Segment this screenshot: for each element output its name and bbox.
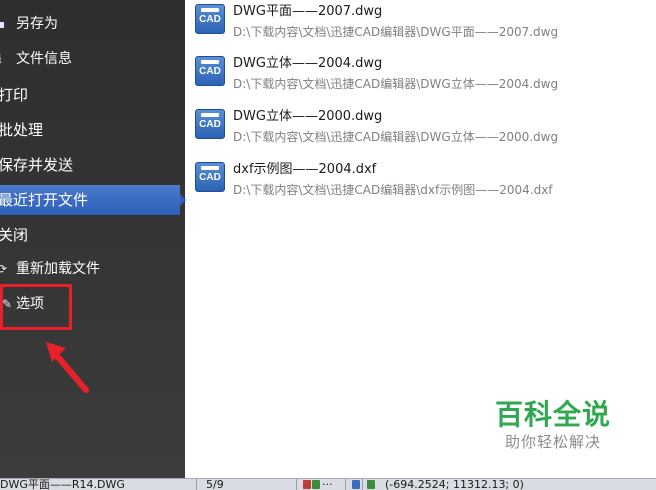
recent-file-item[interactable]: CAD dxf示例图——2004.dxf D:\下载内容\文档\迅捷CAD编辑器… — [195, 158, 635, 208]
cad-file-icon: CAD — [195, 56, 225, 86]
status-tool-icon[interactable] — [312, 480, 320, 489]
info-icon: ℹ — [0, 52, 9, 66]
menu-item-file-info[interactable]: ℹ 文件信息 — [0, 44, 180, 74]
cad-file-icon: CAD — [195, 4, 225, 34]
file-menu-sidebar: ▪ 另存为 ℹ 文件信息 打印 批处理 保存并发送 最近打开文件 关闭 ⟳ 重新… — [0, 0, 186, 478]
recent-file-item[interactable]: CAD DWG立体——2004.dwg D:\下载内容\文档\迅捷CAD编辑器\… — [195, 52, 635, 102]
watermark-subtitle: 助你轻松解决 — [504, 433, 601, 451]
menu-item-save-as[interactable]: ▪ 另存为 — [0, 9, 180, 39]
status-bar: DWG平面——R14.DWG 5/9 ··· (-694.2524; 11312… — [0, 478, 656, 490]
status-tool-icon[interactable] — [303, 480, 311, 489]
menu-item-label: 最近打开文件 — [0, 191, 89, 209]
status-layer-icon[interactable] — [352, 480, 360, 489]
status-snap-icon[interactable] — [367, 480, 375, 489]
cad-file-icon: CAD — [195, 162, 225, 192]
recent-file-item[interactable]: CAD DWG平面——2007.dwg D:\下载内容\文档\迅捷CAD编辑器\… — [195, 0, 635, 50]
menu-item-label: 文件信息 — [16, 51, 72, 67]
cad-file-icon: CAD — [195, 109, 225, 139]
recent-file-name: dxf示例图——2004.dxf — [233, 162, 377, 177]
menu-item-label: 批处理 — [0, 121, 44, 139]
watermark: 百科全说 助你轻松解决 — [488, 399, 618, 459]
recent-file-path: D:\下载内容\文档\迅捷CAD编辑器\DWG平面——2007.dwg — [233, 25, 559, 39]
menu-item-label: 关闭 — [0, 226, 29, 244]
menu-item-close[interactable]: 关闭 — [0, 220, 180, 250]
menu-item-batch[interactable]: 批处理 — [0, 115, 180, 145]
status-coordinates: (-694.2524; 11312.13; 0) — [385, 478, 524, 490]
recent-file-item[interactable]: CAD DWG立体——2000.dwg D:\下载内容\文档\迅捷CAD编辑器\… — [195, 105, 635, 155]
menu-item-recent-files[interactable]: 最近打开文件 — [0, 185, 186, 215]
menu-item-print[interactable]: 打印 — [0, 80, 180, 110]
menu-item-label: 保存并发送 — [0, 156, 74, 174]
status-dots: ··· — [322, 478, 333, 490]
menu-item-label: 另存为 — [16, 16, 58, 32]
menu-item-label: 重新加载文件 — [16, 261, 100, 277]
recent-file-path: D:\下载内容\文档\迅捷CAD编辑器\DWG立体——2004.dwg — [233, 77, 559, 91]
recent-file-name: DWG平面——2007.dwg — [233, 4, 383, 19]
options-highlight-box — [0, 284, 72, 330]
recent-file-name: DWG立体——2004.dwg — [233, 56, 383, 71]
status-page-indicator: 5/9 — [206, 478, 224, 490]
reload-icon: ⟳ — [0, 262, 8, 276]
watermark-title: 百科全说 — [494, 398, 611, 431]
recent-file-path: D:\下载内容\文档\迅捷CAD编辑器\DWG立体——2000.dwg — [233, 130, 559, 144]
annotation-arrow-icon — [46, 342, 89, 393]
save-as-icon: ▪ — [0, 17, 6, 31]
menu-item-save-and-send[interactable]: 保存并发送 — [0, 150, 180, 180]
menu-item-label: 打印 — [0, 86, 29, 104]
menu-item-reload[interactable]: ⟳ 重新加载文件 — [0, 254, 180, 284]
recent-file-path: D:\下载内容\文档\迅捷CAD编辑器\dxf示例图——2004.dxf — [233, 183, 553, 197]
recent-file-name: DWG立体——2000.dwg — [233, 109, 383, 124]
status-document-name: DWG平面——R14.DWG — [0, 478, 125, 490]
